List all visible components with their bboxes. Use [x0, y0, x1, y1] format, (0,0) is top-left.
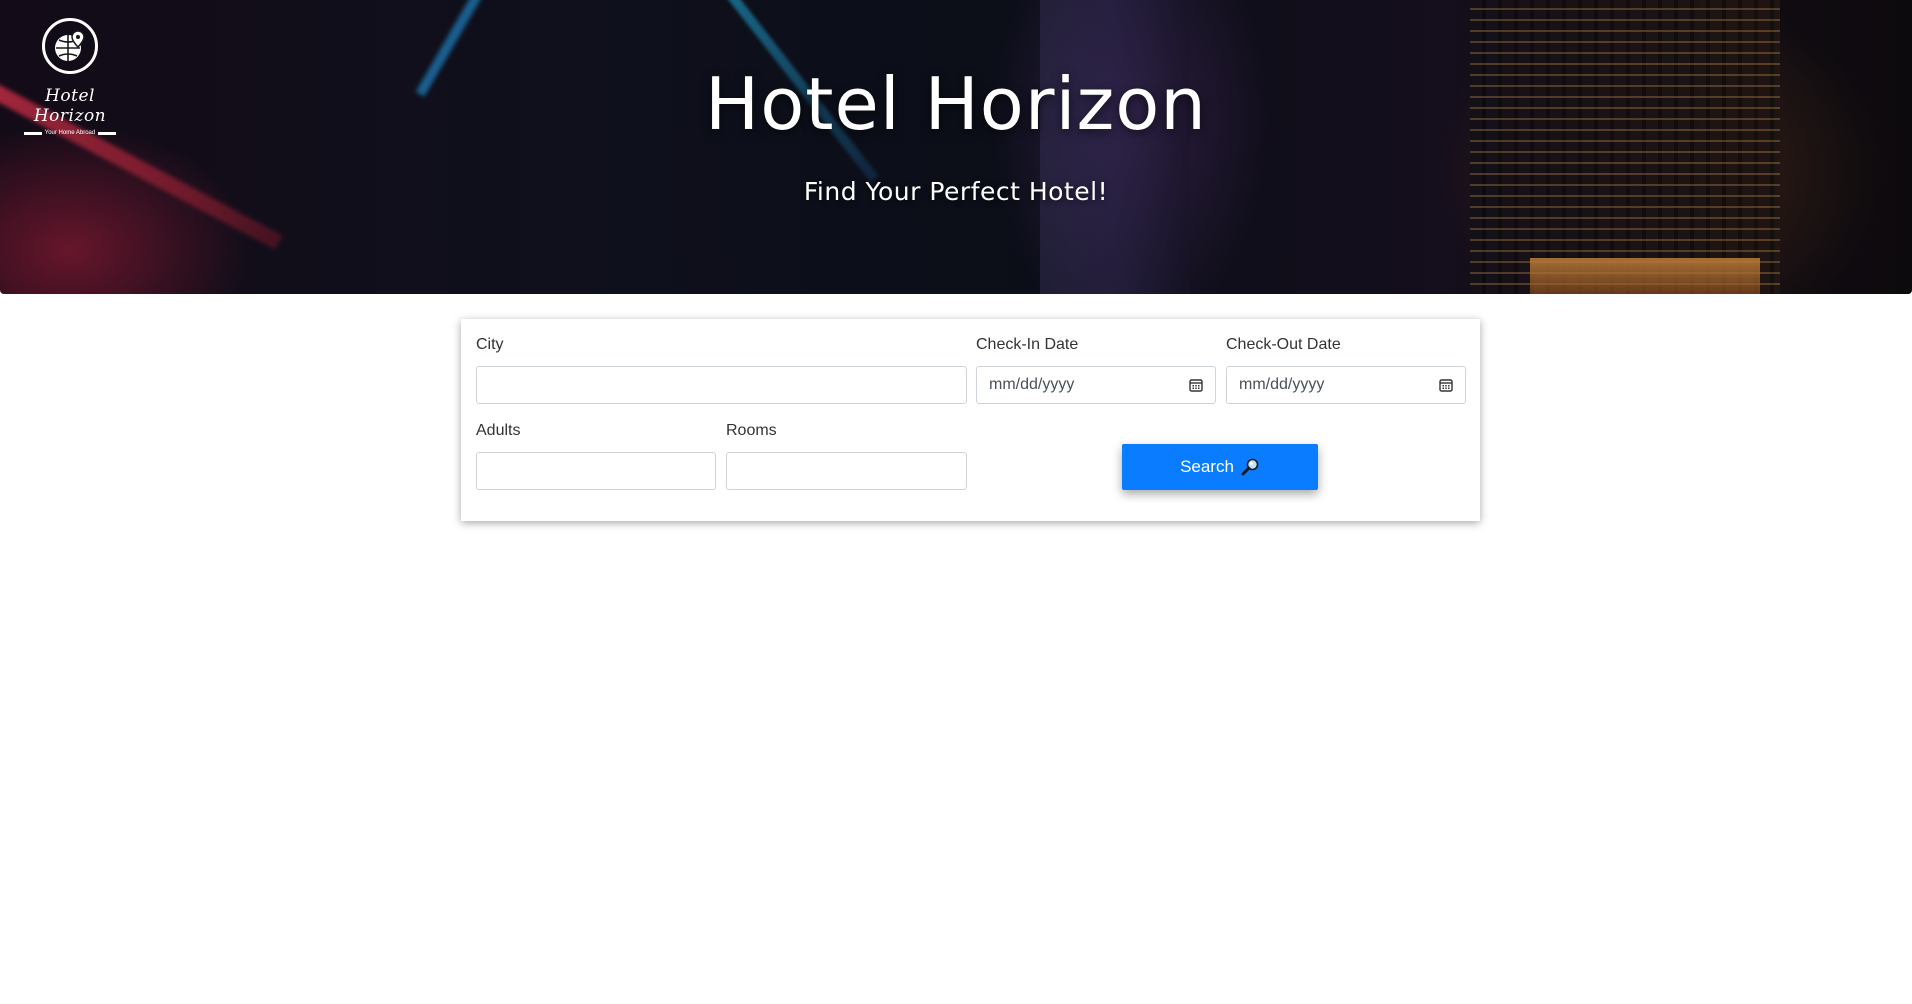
calendar-icon[interactable] [1439, 378, 1453, 392]
adults-label: Adults [476, 422, 521, 439]
check-in-date-input[interactable]: mm/dd/yyyy [976, 366, 1216, 404]
adults-input[interactable] [476, 452, 716, 490]
search-button[interactable]: Search [1122, 444, 1318, 490]
city-input[interactable] [476, 366, 967, 404]
search-button-label: Search [1180, 457, 1234, 476]
hero-banner: Hotel Horizon Your Home Abroad Hotel Hor… [0, 0, 1912, 294]
page-title: Hotel Horizon [705, 62, 1207, 146]
check-in-placeholder: mm/dd/yyyy [989, 376, 1075, 393]
check-out-placeholder: mm/dd/yyyy [1239, 376, 1325, 393]
check-in-label: Check-In Date [976, 336, 1079, 353]
page-subtitle: Find Your Perfect Hotel! [803, 177, 1109, 206]
check-out-date-input[interactable]: mm/dd/yyyy [1226, 366, 1466, 404]
rooms-input[interactable] [726, 452, 967, 490]
magnifier-icon [1241, 458, 1259, 476]
calendar-icon[interactable] [1189, 378, 1203, 392]
check-out-label: Check-Out Date [1226, 336, 1341, 353]
hotel-search-form: City Check-In Date mm/dd/yyyy Check-Out … [461, 319, 1480, 521]
city-label: City [476, 336, 504, 353]
rooms-label: Rooms [726, 422, 777, 439]
